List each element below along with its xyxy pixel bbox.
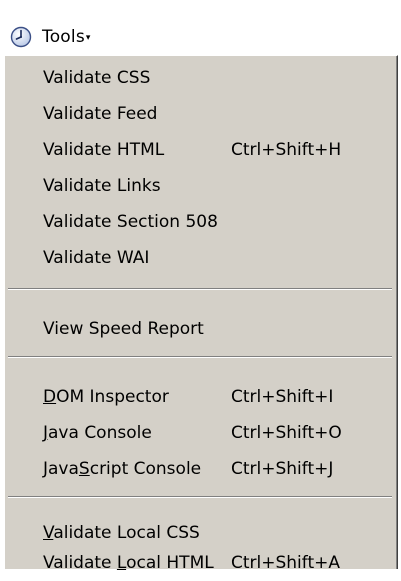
- menu-item-validate-local-html[interactable]: Validate Local HTML Ctrl+Shift+A: [5, 545, 395, 581]
- menu-item-label: Validate Feed: [43, 104, 158, 124]
- menu-item-label: Validate CSS: [43, 68, 151, 88]
- tools-menu-button[interactable]: Tools ▾: [4, 21, 122, 53]
- menu-item-label: Validate Local CSS: [43, 523, 200, 543]
- accelerator-key: S: [78, 459, 90, 479]
- menu-item-shortcut: Ctrl+Shift+J: [231, 459, 334, 479]
- chevron-down-icon: ▾: [85, 32, 91, 43]
- accelerator-key: L: [116, 553, 127, 573]
- menu-item-view-speed-report[interactable]: View Speed Report: [5, 311, 395, 347]
- menu-item-validate-html[interactable]: Validate HTML Ctrl+Shift+H: [5, 132, 395, 168]
- accelerator-key: V: [43, 523, 54, 543]
- menu-item-validate-wai[interactable]: Validate WAI: [5, 240, 395, 276]
- menu-item-shortcut: Ctrl+Shift+O: [231, 423, 342, 443]
- menu-item-validate-feed[interactable]: Validate Feed: [5, 96, 395, 132]
- menu-item-shortcut: Ctrl+Shift+I: [231, 387, 334, 407]
- menu-item-label: Validate WAI: [43, 248, 150, 268]
- menu-item-shortcut: Ctrl+Shift+A: [231, 553, 341, 573]
- menu-separator: [8, 288, 392, 290]
- menu-item-label: Validate Local HTML: [43, 553, 214, 573]
- menu-item-shortcut: Ctrl+Shift+H: [231, 140, 342, 160]
- menu-item-java-console[interactable]: Java Console Ctrl+Shift+O: [5, 415, 395, 451]
- clock-icon: [8, 24, 34, 50]
- menu-item-label: Java Console: [43, 423, 152, 443]
- tools-dropdown-menu: Validate CSS Validate Feed Validate HTML…: [4, 55, 398, 573]
- menu-item-label: View Speed Report: [43, 319, 204, 339]
- menu-item-dom-inspector[interactable]: DOM Inspector Ctrl+Shift+I: [5, 379, 395, 415]
- menu-item-label: DOM Inspector: [43, 387, 169, 407]
- menu-item-validate-section-508[interactable]: Validate Section 508: [5, 204, 395, 240]
- menu-item-label: Validate Links: [43, 176, 161, 196]
- menu-separator: [8, 496, 392, 498]
- tools-menu-label: Tools: [42, 27, 85, 47]
- menu-item-label: Validate Section 508: [43, 212, 218, 232]
- menu-separator: [8, 356, 392, 358]
- menu-item-label: JavaScript Console: [43, 459, 202, 479]
- menu-item-validate-links[interactable]: Validate Links: [5, 168, 395, 204]
- accelerator-key: D: [43, 387, 57, 407]
- menu-item-validate-css[interactable]: Validate CSS: [5, 60, 395, 96]
- menu-item-label: Validate HTML: [43, 140, 165, 160]
- menu-item-javascript-console[interactable]: JavaScript Console Ctrl+Shift+J: [5, 451, 395, 487]
